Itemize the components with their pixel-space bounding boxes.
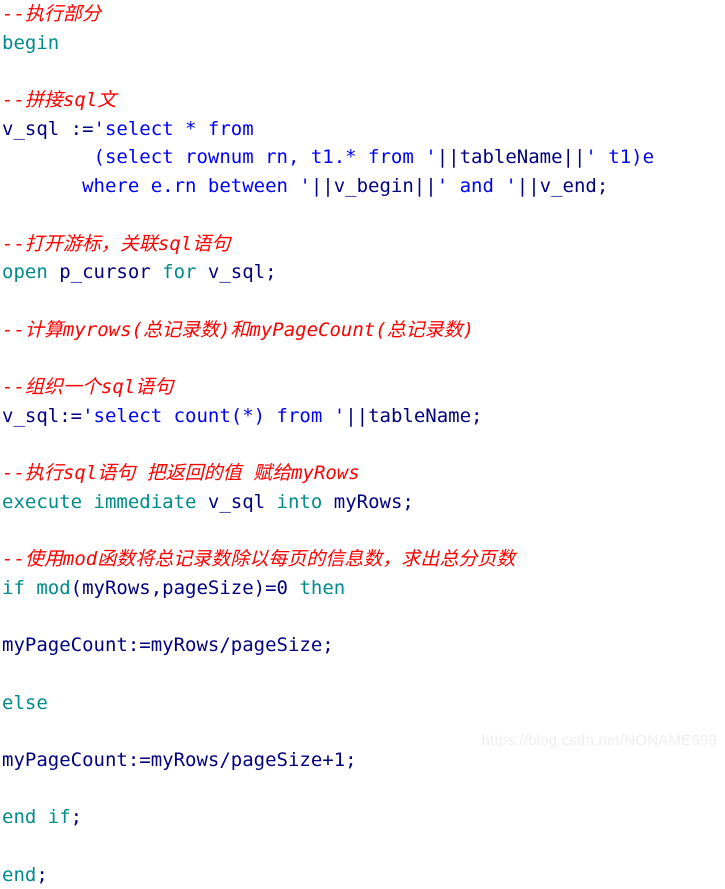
code-token-keyword: end if	[2, 806, 71, 829]
code-line: --执行部分	[0, 0, 725, 29]
code-token-keyword: execute immediate	[2, 490, 208, 513]
code-token-string: ' t1)e	[585, 146, 655, 169]
code-token-identifier: myRows;	[333, 490, 414, 513]
code-token-identifier: v_sql:=	[2, 404, 83, 427]
code-token-identifier	[2, 146, 94, 168]
code-line: --计算myrows(总记录数)和myPageCount(总记录数)	[0, 316, 725, 345]
code-line: v_sql :='select * from	[0, 115, 725, 144]
code-token-identifier: ||tableName;	[345, 404, 483, 427]
code-line: end if;	[0, 803, 725, 832]
code-token-keyword: then	[299, 576, 346, 599]
code-token-keyword: mod	[36, 576, 71, 599]
code-token-keyword: begin	[2, 31, 60, 54]
code-token-string: ' and '	[436, 175, 517, 198]
code-line: where e.rn between '||v_begin||' and '||…	[0, 172, 725, 201]
code-token-string: (select rownum rn, t1.* from '	[93, 146, 437, 169]
code-token-identifier: ;	[36, 863, 48, 886]
code-token-identifier	[2, 175, 82, 197]
code-line: --使用mod函数将总记录数除以每页的信息数，求出总分页数	[0, 545, 725, 574]
code-token-keyword: for	[162, 261, 208, 284]
code-line: v_sql:='select count(*) from '||tableNam…	[0, 402, 725, 431]
code-token-string: 'select count(*) from '	[82, 404, 346, 427]
code-line: --执行sql语句 把返回的值 赋给myRows	[0, 459, 725, 488]
code-token-identifier: myPageCount:=myRows/pageSize;	[2, 634, 334, 657]
code-token-identifier: v_sql	[207, 490, 277, 513]
code-token-identifier: ||v_begin||	[310, 175, 437, 198]
code-token-comment: --使用mod函数将总记录数除以每页的信息数，求出总分页数	[2, 548, 516, 571]
code-line: --拼接sql文	[0, 86, 725, 115]
code-token-comment: --执行sql语句 把返回的值 赋给myRows	[2, 462, 360, 484]
code-token-keyword: end	[2, 863, 37, 886]
code-line: --打开游标，关联sql语句	[0, 230, 725, 259]
code-line: open p_cursor for v_sql;	[0, 258, 725, 287]
code-token-string: 'select * from	[93, 117, 254, 140]
code-token-identifier: v_sql;	[207, 261, 277, 284]
code-line: --组织一个sql语句	[0, 373, 725, 402]
code-token-keyword: else	[2, 691, 48, 714]
code-token-string: where e.rn between '	[82, 175, 311, 198]
code-token-identifier: ;	[70, 806, 83, 829]
code-token-identifier: myPageCount:=myRows/pageSize+1;	[2, 748, 357, 771]
code-token-keyword: open	[2, 261, 60, 284]
code-token-comment: --执行部分	[2, 3, 101, 25]
code-line: myPageCount:=myRows/pageSize;	[0, 631, 725, 660]
watermark-text: https://blog.csdn.net/NONAME999	[481, 732, 717, 749]
code-token-keyword: if	[2, 576, 37, 599]
code-token-comment: --计算myrows(总记录数)和myPageCount(总记录数)	[2, 318, 475, 341]
code-token-comment: --打开游标，关联sql语句	[2, 232, 231, 255]
code-token-identifier: :=	[70, 117, 94, 140]
code-token-identifier: (myRows,pageSize)=0	[70, 576, 300, 599]
code-line: end;	[0, 861, 725, 889]
code-token-identifier: ||tableName||	[436, 146, 586, 169]
code-token-keyword: into	[276, 490, 334, 513]
code-token-identifier: p_cursor	[59, 261, 163, 284]
code-token-identifier: ||v_end;	[516, 175, 609, 198]
code-token-comment: --拼接sql文	[2, 89, 117, 112]
code-line: if mod(myRows,pageSize)=0 then	[0, 574, 725, 603]
code-line: myPageCount:=myRows/pageSize+1;	[0, 746, 725, 775]
code-line: begin	[0, 29, 725, 58]
code-block[interactable]: --执行部分 begin --拼接sql文 v_sql :='select * fr…	[0, 0, 725, 889]
code-token-identifier: v_sql	[2, 117, 71, 140]
code-token-comment: --组织一个sql语句	[2, 375, 174, 398]
code-line: else	[0, 689, 725, 718]
code-line: (select rownum rn, t1.* from '||tableNam…	[0, 143, 725, 172]
code-line: execute immediate v_sql into myRows;	[0, 488, 725, 517]
